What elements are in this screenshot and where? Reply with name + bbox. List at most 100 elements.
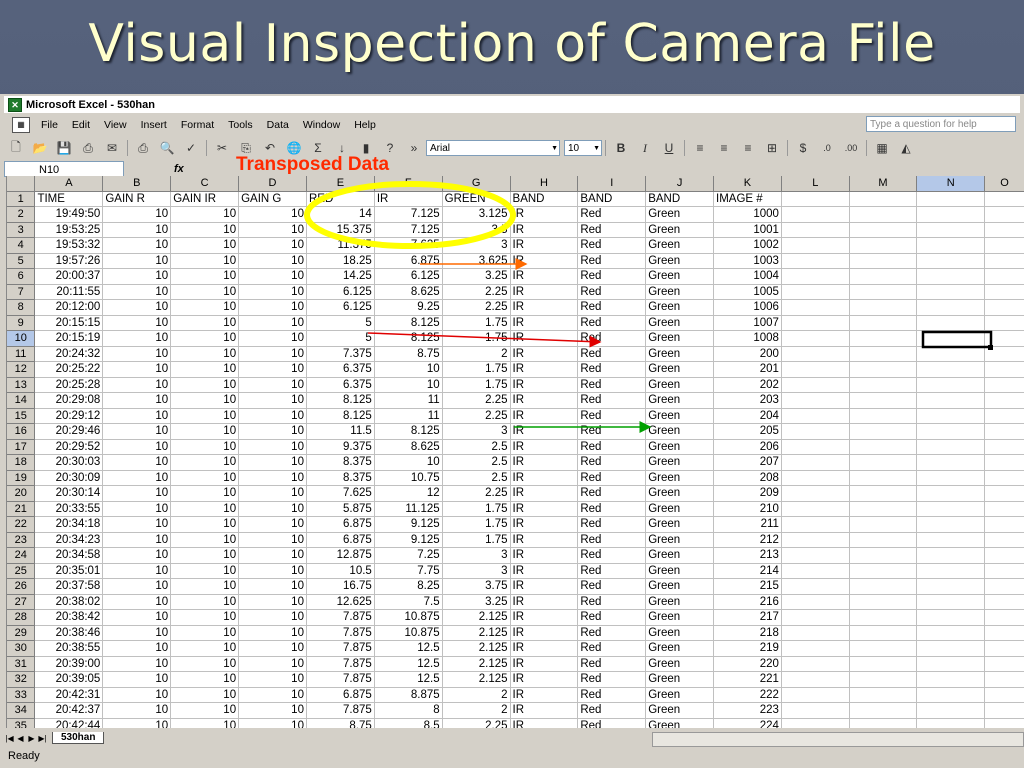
cell[interactable]: 10 <box>238 516 307 533</box>
cell[interactable]: 10 <box>102 563 172 579</box>
cell[interactable]: 10 <box>170 547 240 564</box>
cell[interactable]: GAIN G <box>238 191 307 207</box>
cell[interactable]: Red <box>577 671 647 688</box>
cell[interactable]: 20:38:55 <box>34 640 104 657</box>
cell[interactable] <box>984 516 1024 533</box>
cell[interactable]: IR <box>510 222 579 238</box>
cell[interactable] <box>984 408 1024 424</box>
cell[interactable]: 3 <box>442 547 511 564</box>
cell[interactable]: IR <box>510 423 579 440</box>
cell[interactable] <box>916 315 986 331</box>
cell[interactable]: BAND <box>645 191 715 207</box>
cell[interactable]: Green <box>645 625 715 641</box>
cell[interactable]: 8 <box>374 702 443 719</box>
cell[interactable]: 2.25 <box>442 299 511 316</box>
new-icon[interactable]: 🗋 <box>6 139 26 157</box>
cell[interactable]: 11 <box>374 392 443 409</box>
cell[interactable] <box>916 206 986 223</box>
print-icon[interactable]: ⎙ <box>133 139 153 157</box>
cell[interactable]: 10 <box>170 222 240 238</box>
cell[interactable]: 3.125 <box>442 206 511 223</box>
cell[interactable]: 10 <box>238 408 307 424</box>
cell[interactable] <box>984 284 1024 300</box>
cell[interactable] <box>916 284 986 300</box>
cell[interactable]: Green <box>645 470 715 486</box>
menu-file[interactable]: File <box>34 119 65 131</box>
cell[interactable]: Red <box>577 687 647 703</box>
cell[interactable]: Green <box>645 268 715 285</box>
cell[interactable]: 11 <box>374 408 443 424</box>
cell[interactable]: 10 <box>238 687 307 703</box>
cell[interactable] <box>916 423 986 440</box>
cell[interactable] <box>781 547 850 564</box>
column-header[interactable]: A <box>34 176 104 192</box>
cell[interactable]: 10 <box>102 284 172 300</box>
cell[interactable]: Green <box>645 687 715 703</box>
cell[interactable]: 10 <box>102 346 172 362</box>
cell[interactable]: Green <box>645 578 715 595</box>
cell[interactable]: Red <box>577 377 647 393</box>
font-name-select[interactable]: Arial <box>426 140 560 157</box>
cell[interactable] <box>849 222 918 238</box>
cell[interactable]: IR <box>510 563 579 579</box>
row-header[interactable]: 24 <box>7 547 36 564</box>
cell[interactable] <box>916 563 986 579</box>
cell[interactable] <box>984 578 1024 595</box>
cell[interactable]: 20:25:22 <box>34 361 104 378</box>
cell[interactable] <box>849 361 918 378</box>
row-header[interactable]: 13 <box>7 377 36 393</box>
cell[interactable] <box>984 439 1024 455</box>
cell[interactable]: 201 <box>713 361 782 378</box>
row-header[interactable]: 19 <box>7 470 36 486</box>
cell[interactable] <box>984 687 1024 703</box>
cell[interactable]: 8.625 <box>374 284 443 300</box>
cell[interactable] <box>984 547 1024 564</box>
cell[interactable]: Red <box>577 439 647 455</box>
cell[interactable] <box>781 640 850 657</box>
cell[interactable]: 8.125 <box>374 423 443 440</box>
cell[interactable]: 10 <box>170 439 240 455</box>
cell[interactable]: 218 <box>713 625 782 641</box>
cell[interactable]: 6.875 <box>306 532 375 548</box>
cell[interactable]: IR <box>510 237 579 254</box>
cell[interactable] <box>916 687 986 703</box>
cell[interactable]: 10 <box>170 454 240 471</box>
cell[interactable] <box>916 408 986 424</box>
cell[interactable]: 6.125 <box>374 268 443 285</box>
cell[interactable]: 20:29:46 <box>34 423 104 440</box>
row-header[interactable]: 27 <box>7 594 36 610</box>
cell[interactable]: 211 <box>713 516 782 533</box>
cell[interactable]: 8.75 <box>374 346 443 362</box>
cell[interactable]: 10 <box>238 253 307 269</box>
cell[interactable]: 10 <box>374 377 443 393</box>
cell[interactable]: 10 <box>238 361 307 378</box>
cell[interactable] <box>984 206 1024 223</box>
font-size-select[interactable]: 10 <box>564 140 602 157</box>
cell[interactable]: Green <box>645 656 715 672</box>
column-header[interactable]: C <box>170 176 240 192</box>
cell[interactable] <box>984 330 1024 347</box>
horizontal-scrollbar[interactable] <box>652 732 1024 747</box>
row-header[interactable]: 5 <box>7 253 36 269</box>
cell[interactable]: 20:29:52 <box>34 439 104 455</box>
cell[interactable]: 10 <box>238 563 307 579</box>
cell[interactable] <box>984 377 1024 393</box>
cell[interactable] <box>849 315 918 331</box>
cell[interactable] <box>781 516 850 533</box>
cell[interactable]: 10 <box>170 563 240 579</box>
cell[interactable]: Green <box>645 454 715 471</box>
cell[interactable]: 1002 <box>713 237 782 254</box>
cell[interactable]: 2 <box>442 687 511 703</box>
row-header[interactable]: 22 <box>7 516 36 533</box>
cell[interactable] <box>916 361 986 378</box>
cell[interactable]: 20:29:12 <box>34 408 104 424</box>
cell[interactable]: Green <box>645 346 715 362</box>
cell[interactable]: 20:11:55 <box>34 284 104 300</box>
cell[interactable] <box>916 237 986 254</box>
cell[interactable]: Green <box>645 671 715 688</box>
cell[interactable]: 11.375 <box>306 237 375 254</box>
cell[interactable] <box>849 377 918 393</box>
cell[interactable]: 216 <box>713 594 782 610</box>
cell[interactable] <box>984 268 1024 285</box>
cell[interactable]: Green <box>645 485 715 502</box>
